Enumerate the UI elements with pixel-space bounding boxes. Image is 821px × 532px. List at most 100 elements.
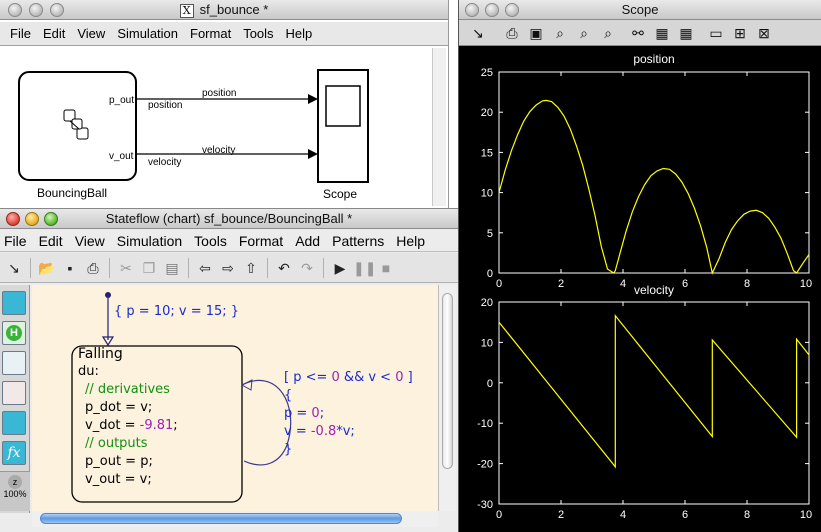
act1-lhs: p = [284, 406, 312, 421]
velocity-arrowhead [308, 149, 318, 159]
position-trace [498, 99, 810, 275]
undo-icon[interactable]: ↶ [274, 258, 294, 278]
save-icon[interactable]: ▪ [60, 258, 80, 278]
p-out-port-label: p_out [109, 95, 135, 106]
paste-icon[interactable]: ▤ [162, 258, 182, 278]
state-v-out-line: v_out = v; [85, 472, 152, 487]
horizontal-scroll-thumb[interactable] [40, 513, 402, 524]
menu-file[interactable]: File [0, 26, 37, 41]
play-icon[interactable]: ▶ [330, 258, 350, 278]
simulink-window-title: sf_bounce * [199, 2, 269, 17]
simulink-titlebar: Xsf_bounce * [0, 0, 448, 20]
function-tool-icon[interactable]: fx [2, 441, 26, 465]
menu-simulation[interactable]: Simulation [111, 233, 188, 249]
stateflow-canvas[interactable]: { p = 10; v = 15; } Falling du: // deriv… [32, 285, 438, 511]
menu-tools[interactable]: Tools [237, 26, 279, 41]
simulink-window: Xsf_bounce * File Edit View Simulation F… [0, 0, 448, 208]
print-icon[interactable]: ⎙ [83, 258, 103, 278]
act2-lhs: v = [284, 424, 311, 439]
back-arrow-icon[interactable]: ⇦ [195, 258, 215, 278]
menu-simulation[interactable]: Simulation [111, 26, 184, 41]
up-arrow-icon[interactable]: ⇧ [241, 258, 261, 278]
menu-edit[interactable]: Edit [37, 26, 71, 41]
truth-table-tool-icon[interactable] [2, 411, 26, 435]
dock-icon[interactable]: ↘ [4, 258, 24, 278]
velocity-port-label: velocity [148, 157, 182, 168]
object-palette: H fx z 100% [0, 285, 30, 513]
velocity-ytick-label: -20 [477, 459, 493, 471]
position-axes-frame [498, 71, 810, 274]
position-xtick-label: 8 [744, 278, 750, 290]
state-comment-derivatives: // derivatives [85, 382, 170, 397]
stateflow-menubar: File Edit View Simulation Tools Format A… [0, 230, 458, 252]
vertical-scroll-thumb[interactable] [442, 293, 453, 469]
stateflow-vertical-scrollbar[interactable] [438, 285, 456, 511]
stateflow-horizontal-scrollbar[interactable] [32, 511, 438, 527]
simulink-menubar: File Edit View Simulation Format Tools H… [0, 22, 448, 46]
state-du-label: du: [78, 364, 99, 379]
default-transition-action[interactable]: { p = 10; v = 15; } [114, 304, 239, 319]
transition-condition[interactable]: [ p <= 0 && v < 0 ] [284, 370, 413, 385]
v-dot-lhs: v_dot = [85, 418, 140, 433]
act1-end: ; [319, 406, 325, 421]
forward-arrow-icon[interactable]: ⇨ [218, 258, 238, 278]
transition-action-p: p = 0; [284, 406, 324, 421]
transition-action-v: v = -0.8*v; [284, 424, 355, 439]
velocity-ytick-label: -30 [477, 499, 493, 511]
connective-junction-tool-icon[interactable] [2, 381, 26, 405]
copy-icon[interactable]: ❐ [139, 258, 159, 278]
x11-icon: X [179, 3, 194, 18]
v-dot-end: ; [173, 418, 178, 433]
history-junction-tool-icon[interactable]: H [2, 321, 26, 345]
zoom-window-button[interactable] [44, 212, 58, 226]
zoom-control[interactable]: z 100% [0, 471, 30, 511]
menu-add[interactable]: Add [289, 233, 326, 249]
position-ytick-label: 20 [481, 107, 493, 119]
position-ytick-label: 0 [487, 268, 493, 280]
minimize-window-button[interactable] [29, 3, 43, 17]
simulink-vertical-scrollbar[interactable] [432, 48, 446, 206]
menu-view[interactable]: View [69, 233, 111, 249]
scope-screen-icon [325, 85, 361, 127]
cond-threshold-p: 0 [331, 370, 340, 385]
zoom-level-label: 100% [3, 489, 27, 499]
restitution-value: -0.8 [310, 424, 337, 439]
menu-patterns[interactable]: Patterns [326, 233, 390, 249]
open-folder-icon[interactable]: 📂 [37, 258, 57, 278]
menu-format[interactable]: Format [233, 233, 289, 249]
stop-icon[interactable]: ■ [376, 258, 396, 278]
state-name: Falling [78, 346, 123, 362]
menu-edit[interactable]: Edit [33, 233, 69, 249]
position-xtick-label: 0 [496, 278, 502, 290]
cond-mid: && v < [339, 370, 396, 385]
position-ytick-label: 5 [487, 228, 493, 240]
menu-help[interactable]: Help [280, 26, 319, 41]
redo-icon[interactable]: ↷ [297, 258, 317, 278]
cond-open: [ p <= [284, 370, 332, 385]
close-window-button[interactable] [6, 212, 20, 226]
pause-icon[interactable]: ❚❚ [353, 258, 376, 278]
close-window-button[interactable] [8, 3, 22, 17]
menu-tools[interactable]: Tools [188, 233, 233, 249]
velocity-ytick-label: 0 [487, 378, 493, 390]
velocity-ytick-label: 10 [481, 337, 493, 349]
zoom-window-button[interactable] [50, 3, 64, 17]
menu-view[interactable]: View [71, 26, 111, 41]
position-ytick-label: 15 [481, 147, 493, 159]
v-out-port-label: v_out [109, 151, 134, 162]
position-arrowhead [308, 94, 318, 104]
menu-format[interactable]: Format [184, 26, 237, 41]
transition-brace-open: { [284, 388, 293, 403]
menu-file[interactable]: File [0, 233, 33, 249]
cond-close: ] [403, 370, 413, 385]
velocity-xtick-label: 10 [800, 509, 812, 521]
state-tool-icon[interactable] [2, 291, 26, 315]
default-transition-tool-icon[interactable] [2, 351, 26, 375]
zoom-icon[interactable]: z [8, 475, 22, 489]
velocity-trace [498, 313, 810, 469]
stateflow-window: Stateflow (chart) sf_bounce/BouncingBall… [0, 208, 458, 532]
cut-icon[interactable]: ✂ [116, 258, 136, 278]
minimize-window-button[interactable] [25, 212, 39, 226]
menu-help[interactable]: Help [390, 233, 431, 249]
velocity-xtick-label: 2 [558, 509, 564, 521]
